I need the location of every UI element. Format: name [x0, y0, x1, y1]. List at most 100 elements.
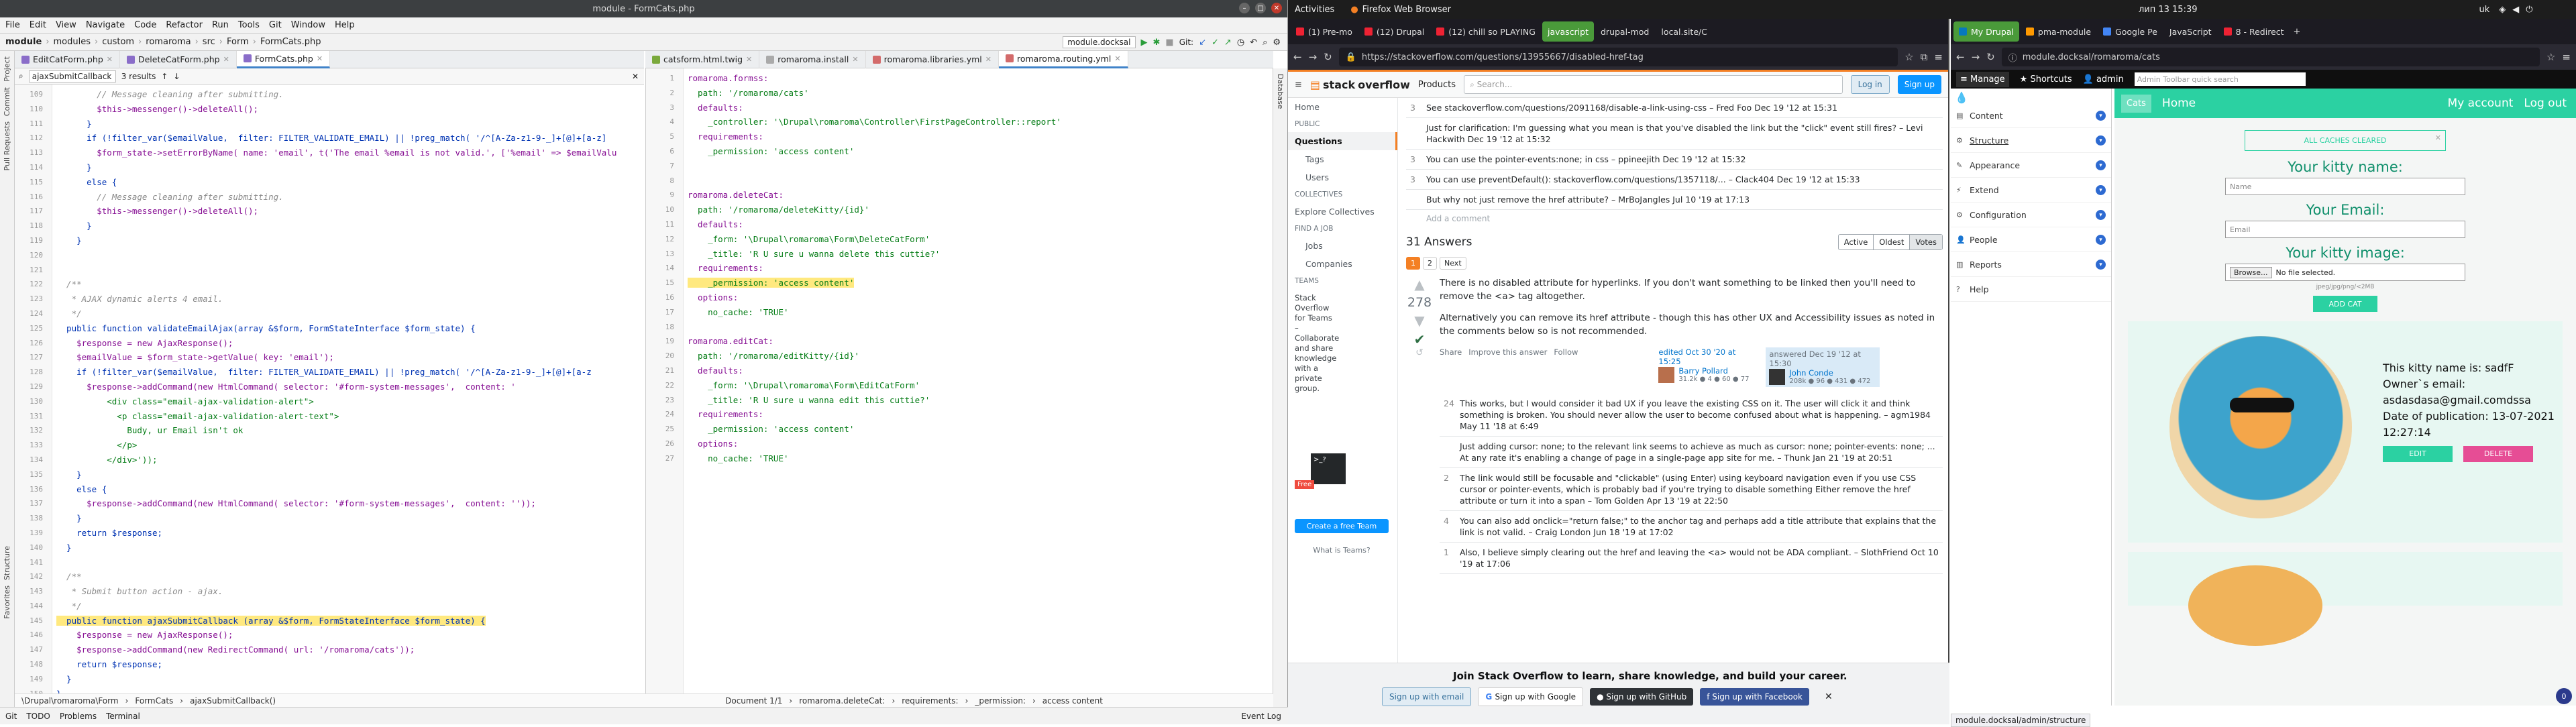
- add-cat-button[interactable]: ADD CAT: [2313, 296, 2377, 312]
- page-2[interactable]: 2: [1423, 257, 1437, 270]
- close-icon[interactable]: ✕: [746, 55, 752, 64]
- code-line[interactable]: 9 romaroma.deleteCat:: [669, 188, 1267, 203]
- code-line[interactable]: 138 }: [30, 511, 637, 526]
- login-button[interactable]: Log in: [1850, 75, 1890, 94]
- status-terminal[interactable]: Terminal: [106, 712, 140, 721]
- line-number[interactable]: 1: [647, 71, 674, 86]
- git-update-icon[interactable]: ↙: [1199, 38, 1206, 48]
- code-line[interactable]: 8: [669, 174, 1267, 188]
- tool-project[interactable]: Project: [3, 56, 11, 82]
- upvote-icon[interactable]: ▲: [1406, 276, 1433, 292]
- signup-google-button[interactable]: G Sign up with Google: [1478, 687, 1584, 706]
- browser-tab[interactable]: 8 - Redirect: [2218, 21, 2290, 42]
- code-line[interactable]: 146 $response = new AjaxResponse();: [30, 628, 637, 642]
- status-git[interactable]: Git: [5, 712, 17, 721]
- code-line[interactable]: 127 $emailValue = $form_state->getValue(…: [30, 350, 637, 365]
- close-icon[interactable]: ✕: [107, 55, 113, 64]
- close-icon[interactable]: ✕: [223, 55, 229, 64]
- crumb[interactable]: Form: [227, 37, 249, 47]
- line-number[interactable]: 11: [647, 217, 674, 232]
- admin-menu-reports[interactable]: ▥ Reports ▾: [1951, 252, 2111, 277]
- line-number[interactable]: 148: [16, 657, 43, 672]
- code-line[interactable]: 123 * AJAX dynamic alerts 4 email.: [30, 292, 637, 306]
- code-line[interactable]: 22 _form: '\Drupal\romaroma\Form\EditCat…: [665, 378, 1267, 393]
- shortcuts-menu[interactable]: ★ Shortcuts: [2020, 74, 2072, 85]
- code-line[interactable]: 18: [665, 320, 1267, 335]
- nav-users[interactable]: Users: [1288, 168, 1397, 186]
- new-tab-icon[interactable]: +: [2294, 27, 2301, 37]
- code-line[interactable]: 2 path: '/romaroma/cats': [669, 86, 1267, 101]
- line-number[interactable]: 7: [647, 159, 674, 174]
- nav-jobs[interactable]: Jobs: [1288, 237, 1397, 255]
- line-number[interactable]: 15: [647, 276, 674, 290]
- menu-icon[interactable]: ≡: [2562, 51, 2571, 63]
- tab-editcatform[interactable]: EditCatForm.php ✕: [15, 50, 120, 68]
- tab-install[interactable]: romaroma.install ✕: [759, 50, 866, 68]
- admin-menu-help[interactable]: ? Help: [1951, 277, 2111, 302]
- line-number[interactable]: 112: [16, 131, 43, 146]
- code-line[interactable]: 17 no_cache: 'TRUE': [665, 305, 1267, 320]
- browser-tab[interactable]: (12) chill so PLAYING: [1431, 21, 1541, 42]
- line-number[interactable]: 127: [16, 350, 43, 365]
- line-number[interactable]: 14: [647, 261, 674, 276]
- line-number[interactable]: 121: [16, 263, 43, 278]
- admin-menu-content[interactable]: ▤ Content ▾: [1951, 103, 2111, 128]
- code-line[interactable]: 27 no_cache: 'TRUE': [665, 451, 1267, 466]
- power-icon[interactable]: ⏻: [2526, 5, 2532, 15]
- line-number[interactable]: 23: [647, 393, 674, 408]
- menu-refactor[interactable]: Refactor: [166, 20, 203, 30]
- nav-home-link[interactable]: Home: [2162, 97, 2196, 110]
- line-number[interactable]: 21: [647, 364, 674, 378]
- code-line[interactable]: 140 }: [30, 541, 637, 555]
- admin-menu-structure[interactable]: ⚙ Structure ▾: [1951, 128, 2111, 153]
- sort-votes[interactable]: Votes: [1910, 235, 1942, 249]
- line-number[interactable]: 144: [16, 599, 43, 614]
- code-line[interactable]: 126 $response = new AjaxResponse();: [30, 336, 637, 351]
- tab-catsform-twig[interactable]: catsform.html.twig ✕: [645, 50, 760, 68]
- code-line[interactable]: 26 options:: [665, 437, 1267, 451]
- chevron-down-icon[interactable]: ▾: [2096, 235, 2106, 245]
- line-number[interactable]: 2: [647, 86, 674, 101]
- line-number[interactable]: 25: [647, 422, 674, 437]
- line-number[interactable]: 22: [647, 378, 674, 393]
- follow-link[interactable]: Follow: [1554, 347, 1578, 357]
- menu-run[interactable]: Run: [212, 20, 229, 30]
- search-everywhere-icon[interactable]: ⌕: [1263, 38, 1267, 48]
- crumb[interactable]: \Drupal\romaroma\Form: [21, 696, 119, 706]
- reload-icon[interactable]: ↻: [1986, 51, 1995, 63]
- code-line[interactable]: 112 if (!filter_var($emailValue, filter:…: [30, 131, 637, 146]
- code-line[interactable]: 116 // Message cleaning after submitting…: [30, 190, 637, 205]
- admin-menu-people[interactable]: 👤 People ▾: [1951, 227, 2111, 252]
- code-editor-yml[interactable]: 1 romaroma.formss: 2 path: '/romaroma/cats…: [645, 68, 1273, 707]
- line-number[interactable]: 12: [647, 232, 674, 247]
- code-line[interactable]: 11 defaults:: [665, 217, 1267, 232]
- code-line[interactable]: 133 </p>: [30, 438, 637, 453]
- page-1[interactable]: 1: [1406, 257, 1420, 270]
- drupal-icon[interactable]: 💧: [1951, 89, 2111, 104]
- sort-oldest[interactable]: Oldest: [1874, 235, 1911, 249]
- admin-menu-configuration[interactable]: ⚙ Configuration ▾: [1951, 203, 2111, 227]
- line-number[interactable]: 138: [16, 511, 43, 526]
- editor-name[interactable]: Barry Pollard: [1678, 366, 1749, 376]
- improve-link[interactable]: Improve this answer: [1468, 347, 1547, 357]
- extensions-icon[interactable]: ⧉: [1921, 51, 1928, 63]
- menu-git[interactable]: Git: [269, 20, 282, 30]
- code-line[interactable]: 115 else {: [30, 175, 637, 190]
- line-number[interactable]: 3: [647, 101, 674, 115]
- crumb[interactable]: romaroma.deleteCat:: [799, 696, 885, 706]
- code-line[interactable]: 3 defaults:: [669, 101, 1267, 115]
- code-line[interactable]: 137 $response->addCommand(new HtmlComman…: [30, 496, 637, 511]
- code-line[interactable]: 141: [30, 555, 637, 570]
- line-number[interactable]: 114: [16, 160, 43, 175]
- code-line[interactable]: 120: [30, 248, 637, 263]
- menu-window[interactable]: Window: [291, 20, 325, 30]
- line-number[interactable]: 111: [16, 117, 43, 131]
- code-line[interactable]: 118 }: [30, 219, 637, 233]
- tab-formcats[interactable]: FormCats.php ✕: [236, 50, 331, 68]
- signup-email-button[interactable]: Sign up with email: [1382, 687, 1472, 706]
- keyboard-layout[interactable]: uk: [2479, 5, 2490, 15]
- menu-navigate[interactable]: Navigate: [86, 20, 125, 30]
- share-link[interactable]: Share: [1440, 347, 1462, 357]
- browser-tab[interactable]: (1) Pre-mo: [1291, 21, 1358, 42]
- code-line[interactable]: 130 <div class="email-ajax-validation-al…: [30, 394, 637, 409]
